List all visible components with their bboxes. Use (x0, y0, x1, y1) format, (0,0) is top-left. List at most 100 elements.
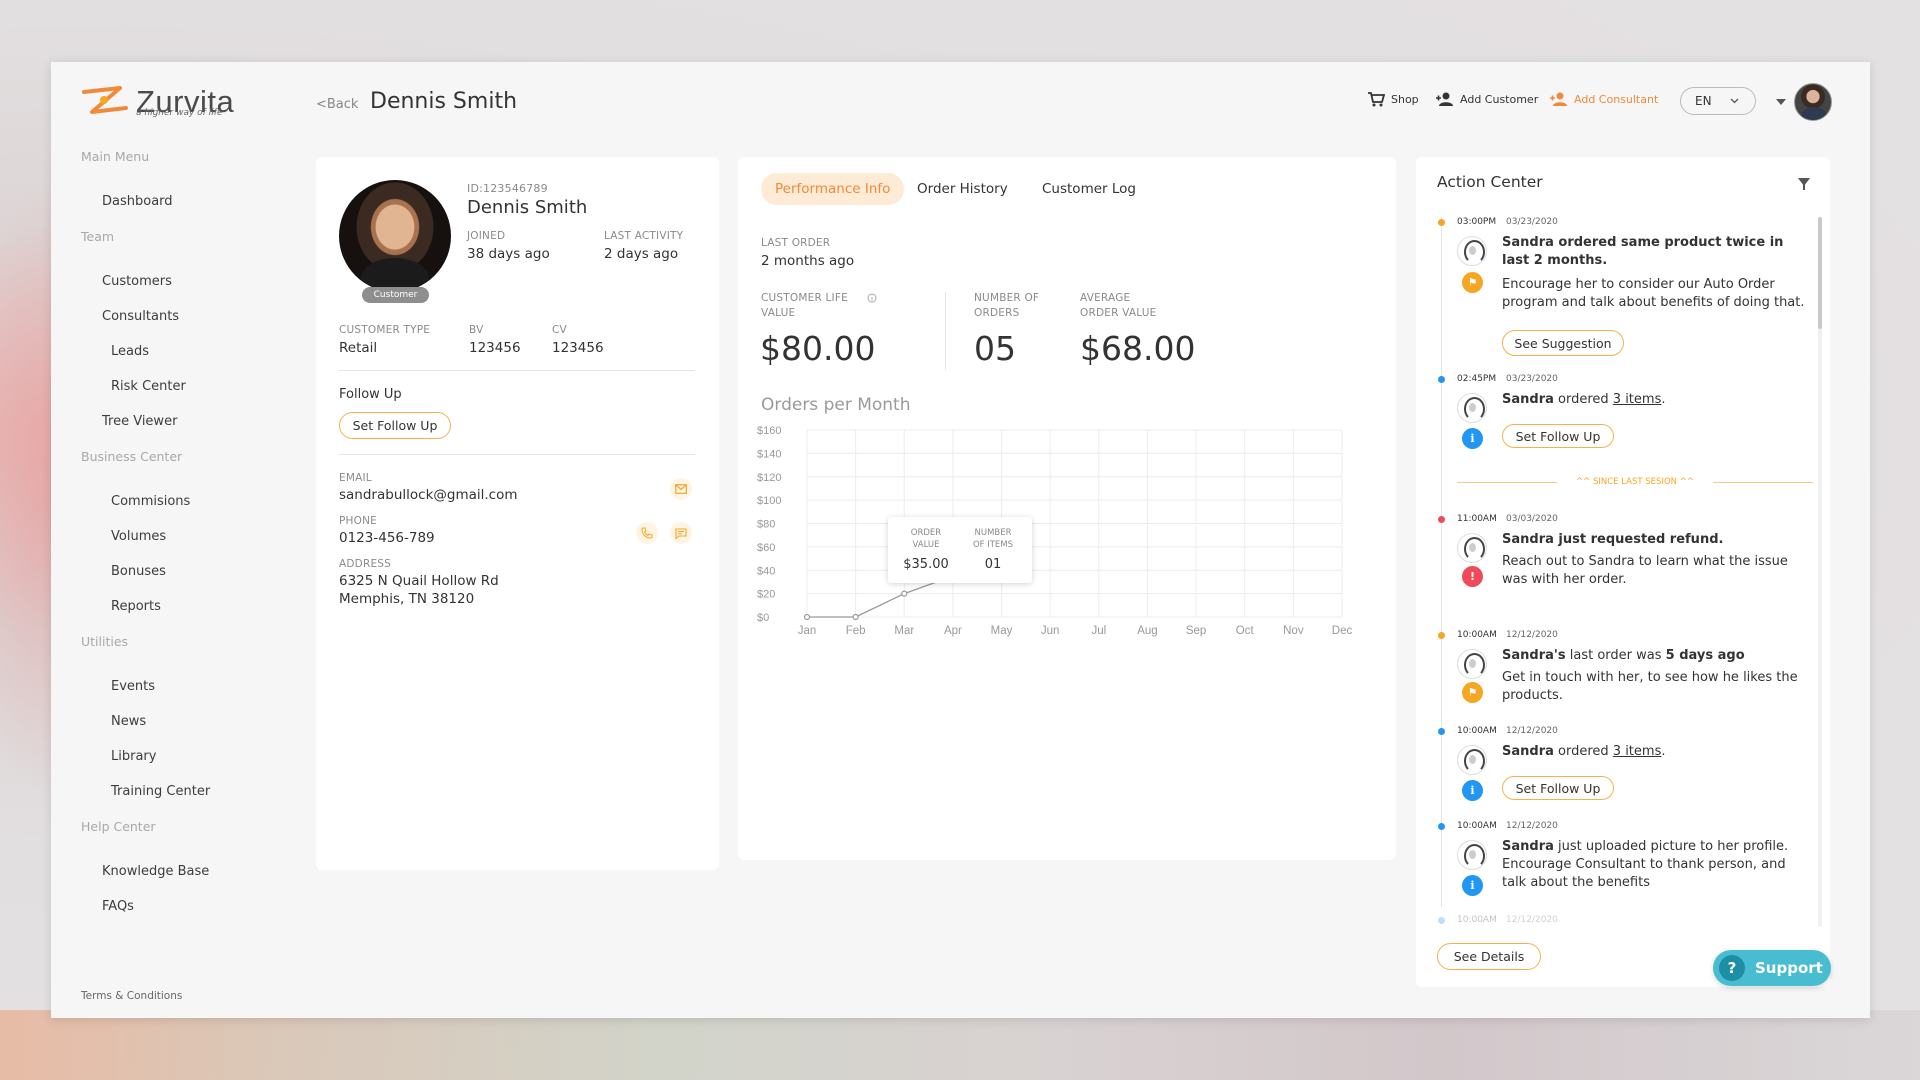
event-text-part: . (1661, 392, 1666, 407)
event-name: Sandra (1502, 839, 1554, 854)
avatar (1457, 236, 1487, 266)
sidebar-item-leads[interactable]: Leads (81, 345, 301, 380)
tooltip-items-label-1: NUMBER (974, 528, 1012, 538)
timeline-dot (1438, 219, 1445, 226)
sidebar: Main Menu Dashboard Team Customers Consu… (81, 150, 301, 935)
sidebar-item-customers[interactable]: Customers (81, 275, 301, 310)
tooltip-items-value: 01 (984, 557, 1002, 572)
customer-id: ID:123546789 (467, 182, 548, 195)
email-button[interactable] (670, 478, 692, 500)
sidebar-item-events[interactable]: Events (81, 680, 301, 715)
sidebar-item-library[interactable]: Library (81, 750, 301, 785)
chart-title: Orders per Month (761, 395, 911, 415)
tooltip-order-value: $35.00 (903, 557, 949, 572)
language-select[interactable]: EN (1680, 87, 1756, 115)
add-customer-button[interactable]: Add Customer (1436, 92, 1538, 106)
y-tick-label: $140 (757, 448, 781, 460)
add-consultant-label: Add Consultant (1574, 92, 1659, 106)
x-tick-label: Dec (1332, 625, 1353, 637)
tab-order-history[interactable]: Order History (903, 173, 1022, 205)
sidebar-item-tree-viewer[interactable]: Tree Viewer (81, 415, 301, 450)
info-icon: i (1462, 875, 1483, 896)
phone-value: 0123-456-789 (339, 530, 435, 546)
action-item: 11:00AM 03/03/2020 ! Sandra just request… (1416, 514, 1816, 614)
sidebar-item-knowledge-base[interactable]: Knowledge Base (81, 865, 301, 900)
x-tick-label: Feb (846, 625, 866, 637)
nav-section-business-center: Business Center (81, 449, 183, 464)
sidebar-item-faqs[interactable]: FAQs (81, 900, 301, 935)
sidebar-item-training-center[interactable]: Training Center (81, 785, 301, 820)
items-link[interactable]: 3 items (1613, 392, 1662, 407)
see-suggestion-button[interactable]: See Suggestion (1502, 330, 1624, 356)
back-link[interactable]: <Back (316, 97, 358, 112)
orders-label-line-2: ORDERS (974, 307, 1020, 319)
event-name: Sandra (1502, 392, 1554, 407)
user-menu-caret-icon[interactable] (1776, 99, 1786, 105)
sidebar-item-consultants[interactable]: Consultants (81, 310, 301, 345)
filter-icon[interactable] (1798, 178, 1810, 190)
zurvita-logo-icon (82, 86, 128, 114)
flag-icon: ⚑ (1462, 682, 1483, 703)
set-follow-up-button[interactable]: Set Follow Up (1502, 776, 1614, 800)
address-line-2: Memphis, TN 38120 (339, 591, 475, 607)
page-title: Dennis Smith (370, 89, 518, 114)
x-tick-label: Jan (798, 625, 817, 637)
event-date: 03/23/2020 (1506, 374, 1558, 384)
clv-label-line-1: CUSTOMER LIFE (761, 292, 848, 304)
user-avatar[interactable] (1794, 83, 1832, 121)
add-person-icon (1436, 92, 1453, 106)
alert-icon: ! (1462, 566, 1483, 587)
cart-icon (1368, 92, 1385, 107)
support-button[interactable]: ? Support (1713, 950, 1831, 986)
sidebar-item-commisions[interactable]: Commisions (81, 495, 301, 530)
event-date: 12/12/2020 (1506, 630, 1558, 640)
y-tick-label: $120 (757, 472, 781, 484)
sidebar-item-reports[interactable]: Reports (81, 600, 301, 635)
event-time: 10:00AM (1457, 726, 1497, 736)
shop-button[interactable]: Shop (1368, 92, 1419, 107)
timeline-dot (1438, 376, 1445, 383)
y-tick-label: $40 (757, 565, 775, 577)
set-follow-up-button[interactable]: Set Follow Up (339, 412, 451, 439)
event-text: Sandra just uploaded picture to her prof… (1502, 838, 1812, 892)
event-description: Encourage her to consider our Auto Order… (1502, 277, 1805, 310)
info-icon[interactable] (867, 293, 877, 303)
sidebar-item-dashboard[interactable]: Dashboard (81, 195, 301, 230)
data-point (803, 613, 811, 621)
action-item: 03:00PM 03/23/2020 ⚑ Sandra ordered same… (1416, 217, 1816, 357)
add-consultant-button[interactable]: Add Consultant (1550, 92, 1658, 106)
scrollbar-thumb[interactable] (1818, 217, 1822, 329)
sidebar-item-bonuses[interactable]: Bonuses (81, 565, 301, 600)
customer-name: Dennis Smith (467, 197, 588, 218)
event-text-part: ordered (1553, 744, 1613, 759)
tab-customer-log[interactable]: Customer Log (1028, 173, 1150, 205)
sidebar-item-news[interactable]: News (81, 715, 301, 750)
terms-link[interactable]: Terms & Conditions (81, 990, 182, 1002)
x-tick-label: Oct (1236, 625, 1255, 637)
event-text-part: last order was (1565, 648, 1666, 663)
event-text: Sandra ordered same product twice in las… (1502, 234, 1812, 312)
profile-card: Customer ID:123546789 Dennis Smith JOINE… (316, 157, 719, 870)
nav-section-main-menu: Main Menu (81, 149, 150, 164)
call-button[interactable] (636, 522, 658, 544)
items-link[interactable]: 3 items (1613, 744, 1662, 759)
avatar (1457, 649, 1487, 679)
stat-divider (945, 292, 946, 370)
follow-up-label: Follow Up (339, 387, 402, 402)
orders-per-month-chart: $0 $20 $40 $60 $80 $100 $120 $140 $160 Jan Feb Mar A… (757, 425, 1353, 637)
tab-performance-info[interactable]: Performance Info (761, 173, 905, 205)
language-value: EN (1695, 94, 1712, 108)
set-follow-up-button[interactable]: Set Follow Up (1502, 424, 1614, 448)
x-tick-label: May (991, 625, 1013, 637)
event-text: Sandra's last order was 5 days ago Get i… (1502, 647, 1812, 705)
timeline-dot (1438, 728, 1445, 735)
action-item: 10:00AM 12/12/2020 ⚑ Sandra's last order… (1416, 630, 1816, 720)
message-button[interactable] (670, 522, 692, 544)
sidebar-item-volumes[interactable]: Volumes (81, 530, 301, 565)
sidebar-item-risk-center[interactable]: Risk Center (81, 380, 301, 415)
x-tick-label: Nov (1283, 625, 1304, 637)
customer-type-label: CUSTOMER TYPE (339, 324, 431, 336)
tooltip-order-value-label-2: VALUE (912, 540, 940, 550)
see-details-button[interactable]: See Details (1437, 943, 1541, 970)
bv-value: 123456 (469, 340, 521, 356)
